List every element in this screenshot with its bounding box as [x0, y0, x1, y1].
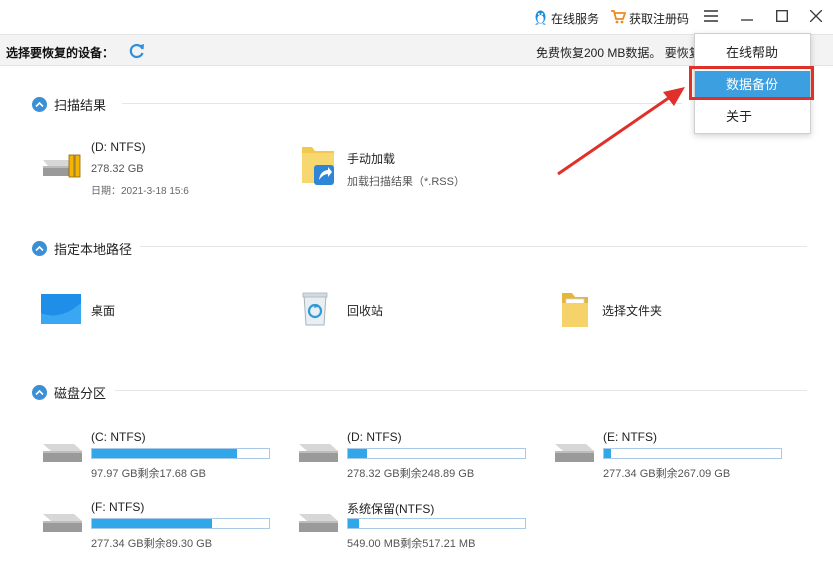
scan-drive-size: 278.32 GB — [91, 163, 144, 175]
close-icon — [809, 9, 823, 25]
partition-name: (E: NTFS) — [603, 430, 657, 444]
partition-item[interactable]: 系统保留(NTFS) 549.00 MB剩余517.21 MB — [296, 498, 536, 550]
section-local-path[interactable]: 指定本地路径 — [32, 239, 132, 258]
drive-icon — [40, 442, 84, 467]
section-scan-results[interactable]: 扫描结果 — [32, 95, 106, 114]
partition-usage-fill — [92, 449, 238, 458]
folder-arrow-icon — [300, 143, 336, 190]
folder-icon — [560, 291, 590, 332]
drive-icon — [552, 442, 596, 467]
partition-usage-fill — [604, 449, 612, 458]
partition-usage-bar — [91, 448, 270, 459]
drive-icon — [296, 512, 340, 537]
partition-usage-bar — [91, 518, 270, 529]
online-service-link[interactable]: 在线服务 — [533, 9, 599, 28]
chevron-up-icon — [32, 97, 47, 112]
menu-item-online-help[interactable]: 在线帮助 — [695, 39, 810, 67]
section-divider — [115, 390, 807, 391]
partition-usage-fill — [348, 519, 359, 528]
section-scan-results-label: 扫描结果 — [54, 98, 107, 113]
partition-detail: 277.34 GB剩余89.30 GB — [91, 538, 213, 550]
menu-button[interactable] — [699, 6, 723, 28]
partition-usage-bar — [347, 518, 526, 529]
choose-folder-label: 选择文件夹 — [602, 304, 663, 318]
online-service-label: 在线服务 — [551, 12, 600, 26]
free-recovery-notice: 免费恢复200 MB数据。 要恢复 — [536, 46, 696, 60]
manual-load-label: 手动加载 — [347, 152, 396, 166]
get-code-link[interactable]: 获取注册码 — [610, 9, 689, 27]
partition-item[interactable]: (E: NTFS) 277.34 GB剩余267.09 GB — [552, 428, 792, 480]
recycle-bin-label: 回收站 — [347, 304, 384, 318]
partition-usage-bar — [347, 448, 526, 459]
scan-result-drive-d[interactable]: (D: NTFS) 278.32 GB 日期：2021-3-18 15:6 — [40, 138, 240, 198]
cart-icon — [610, 9, 627, 27]
section-local-path-label: 指定本地路径 — [54, 242, 133, 257]
partition-name: (C: NTFS) — [91, 430, 146, 444]
partition-detail: 549.00 MB剩余517.21 MB — [347, 538, 476, 550]
partition-name: (F: NTFS) — [91, 500, 145, 514]
partition-usage-fill — [92, 519, 213, 528]
partition-detail: 97.97 GB剩余17.68 GB — [91, 468, 206, 480]
desktop-label: 桌面 — [91, 304, 116, 318]
partition-item[interactable]: (F: NTFS) 277.34 GB剩余89.30 GB — [40, 498, 280, 550]
maximize-icon — [776, 9, 788, 25]
title-bar: 在线服务 获取注册码 — [0, 0, 833, 34]
partition-name: 系统保留(NTFS) — [347, 502, 435, 516]
section-divider — [140, 246, 807, 247]
close-button[interactable] — [804, 6, 828, 28]
section-disk-partitions-label: 磁盘分区 — [54, 386, 107, 401]
partition-item[interactable]: (C: NTFS) 97.97 GB剩余17.68 GB — [40, 428, 280, 480]
hamburger-icon — [704, 9, 718, 25]
scan-drive-date: 日期：2021-3-18 15:6 — [91, 186, 189, 197]
choose-folder-item[interactable]: 选择文件夹 — [560, 291, 680, 327]
partition-name: (D: NTFS) — [347, 430, 402, 444]
annotation-highlight-box — [689, 66, 814, 100]
get-code-label: 获取注册码 — [629, 11, 690, 26]
section-divider — [122, 103, 682, 104]
device-select-label: 选择要恢复的设备： — [6, 46, 115, 60]
partition-detail: 277.34 GB剩余267.09 GB — [603, 468, 731, 480]
drive-icon — [40, 512, 84, 537]
partition-usage-bar — [603, 448, 782, 459]
minimize-button[interactable] — [735, 6, 759, 28]
penguin-icon — [533, 9, 548, 28]
partition-detail: 278.32 GB剩余248.89 GB — [347, 468, 475, 480]
manual-load-item[interactable]: 手动加载 加载扫描结果（*.RSS） — [300, 143, 500, 193]
chevron-up-icon — [32, 385, 47, 400]
scan-drive-name: (D: NTFS) — [91, 140, 146, 154]
manual-load-sub: 加载扫描结果（*.RSS） — [347, 176, 465, 188]
drive-icon — [296, 442, 340, 467]
refresh-icon[interactable] — [128, 42, 146, 60]
desktop-icon — [40, 293, 82, 328]
partition-item[interactable]: (D: NTFS) 278.32 GB剩余248.89 GB — [296, 428, 536, 480]
section-disk-partitions[interactable]: 磁盘分区 — [32, 383, 106, 402]
desktop-item[interactable]: 桌面 — [40, 293, 160, 325]
chevron-up-icon — [32, 241, 47, 256]
recycle-bin-item[interactable]: 回收站 — [302, 291, 422, 327]
maximize-button[interactable] — [770, 6, 794, 28]
minimize-icon — [741, 10, 753, 25]
recycle-bin-icon — [302, 291, 328, 330]
menu-item-about[interactable]: 关于 — [695, 103, 810, 131]
drive-icon — [40, 152, 84, 185]
partition-usage-fill — [348, 449, 368, 458]
